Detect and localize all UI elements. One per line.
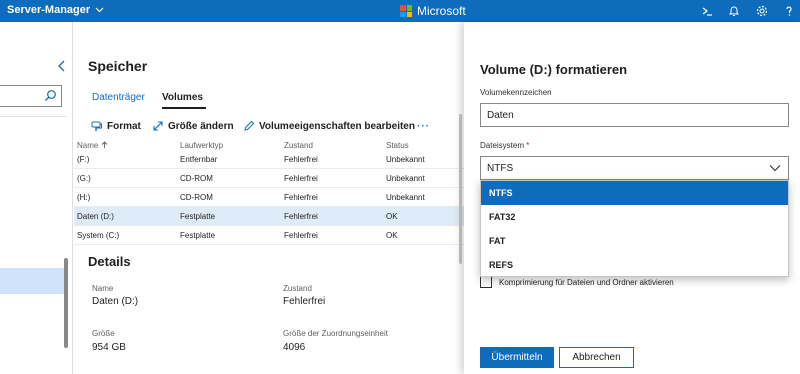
volume-label-field-label: Volumekennzeichen [480, 88, 552, 97]
resize-label: Größe ändern [168, 120, 234, 132]
bell-icon[interactable] [726, 3, 742, 19]
volume-health: Fehlerfrei [284, 212, 318, 221]
chevron-down-icon [95, 7, 104, 13]
more-commands-button[interactable]: ··· [417, 119, 430, 133]
volume-name: (F:) [77, 155, 90, 164]
help-icon[interactable] [781, 3, 797, 19]
compression-label: Komprimierung für Dateien und Ordner akt… [499, 277, 674, 287]
option-fat32[interactable]: FAT32 [481, 205, 788, 229]
detail-name-value: Daten (D:) [92, 296, 139, 307]
file-system-select[interactable]: NTFS [480, 156, 789, 180]
format-label: Format [107, 120, 141, 132]
option-ntfs[interactable]: NTFS [481, 181, 788, 205]
microsoft-brand: Microsoft [400, 4, 466, 18]
detail-alloc-value: 4096 [283, 342, 306, 353]
format-volume-panel: Volume (D:) formatieren Volumekennzeiche… [464, 22, 800, 374]
top-bar: Server-Manager Microsoft [0, 0, 800, 22]
app-title: Server-Manager [7, 4, 91, 16]
collapse-nav-button[interactable] [55, 59, 69, 73]
edit-properties-button[interactable]: Volumeeigenschaften bearbeiten [243, 119, 415, 133]
option-fat[interactable]: FAT [481, 229, 788, 253]
volume-type: Festplatte [180, 212, 216, 221]
details-title: Details [88, 254, 131, 269]
column-header-health[interactable]: Zustand [284, 141, 313, 150]
left-navigation [0, 22, 73, 374]
panel-title: Volume (D:) formatieren [480, 62, 628, 77]
volume-name: Daten (D:) [77, 212, 114, 221]
column-header-type[interactable]: Laufwerktyp [180, 141, 223, 150]
column-header-name[interactable]: Name [77, 141, 108, 150]
table-row[interactable]: (F:) Entfernbar Fehlerfrei Unbekannt [74, 150, 464, 169]
required-marker: * [526, 141, 530, 150]
detail-health-value: Fehlerfrei [283, 296, 326, 307]
cancel-button[interactable]: Abbrechen [559, 347, 634, 368]
compression-checkbox[interactable]: Komprimierung für Dateien und Ordner akt… [480, 276, 674, 288]
volume-name: (G:) [77, 174, 91, 183]
volume-health: Fehlerfrei [284, 155, 318, 164]
divider [0, 116, 66, 117]
resize-icon [153, 121, 163, 131]
checkbox-box [480, 276, 492, 288]
volume-status: Unbekannt [386, 155, 425, 164]
volume-type: Festplatte [180, 231, 216, 240]
volume-label-input[interactable]: Daten [480, 103, 789, 127]
volume-status: OK [386, 212, 398, 221]
table-row-selected[interactable]: Daten (D:) Festplatte Fehlerfrei OK [74, 207, 464, 226]
tab-disks[interactable]: Datenträger [92, 92, 145, 103]
file-system-selected-value: NTFS [487, 163, 514, 174]
volume-status: Unbekannt [386, 174, 425, 183]
edit-properties-label: Volumeeigenschaften bearbeiten [259, 120, 415, 132]
microsoft-logo-icon [400, 5, 412, 17]
file-system-label: Dateisystem * [480, 141, 530, 150]
more-icon: ··· [417, 120, 430, 132]
format-button[interactable]: Format [90, 119, 141, 133]
detail-alloc-label: Größe der Zuordnungseinheit [283, 329, 388, 338]
detail-name-label: Name [92, 284, 114, 293]
table-row[interactable]: (G:) CD-ROM Fehlerfrei Unbekannt [74, 169, 464, 188]
nav-scrollbar[interactable] [64, 258, 68, 348]
brand-name: Microsoft [417, 4, 466, 18]
submit-button[interactable]: Übermitteln [480, 347, 554, 368]
app-switcher[interactable]: Server-Manager [7, 4, 104, 16]
page-title: Speicher [88, 58, 148, 74]
volume-type: CD-ROM [180, 174, 213, 183]
resize-button[interactable]: Größe ändern [152, 119, 234, 133]
table-scrollbar[interactable] [459, 114, 462, 264]
detail-health-label: Zustand [283, 284, 312, 293]
column-header-status[interactable]: Status [386, 141, 409, 150]
detail-size-label: Größe [92, 329, 115, 338]
volume-health: Fehlerfrei [284, 193, 318, 202]
table-row[interactable]: (H:) CD-ROM Fehlerfrei Unbekannt [74, 188, 464, 207]
volume-name: (H:) [77, 193, 91, 202]
tab-volumes[interactable]: Volumes [162, 92, 203, 103]
gear-icon[interactable] [754, 3, 770, 19]
pencil-icon [244, 120, 255, 131]
active-tab-indicator [162, 107, 206, 109]
nav-item-selected[interactable] [0, 268, 66, 294]
file-system-dropdown: NTFS FAT32 FAT REFS [480, 180, 789, 277]
volume-type: Entfernbar [180, 155, 218, 164]
format-icon [91, 121, 102, 131]
sort-ascending-icon [101, 141, 107, 148]
volume-health: Fehlerfrei [284, 231, 318, 240]
tool-search-input[interactable] [0, 85, 62, 107]
search-icon [45, 90, 56, 101]
option-refs[interactable]: REFS [481, 253, 788, 277]
volume-status: Unbekannt [386, 193, 425, 202]
volume-type: CD-ROM [180, 193, 213, 202]
chevron-left-icon [58, 60, 65, 72]
volume-health: Fehlerfrei [284, 174, 318, 183]
table-row[interactable]: System (C:) Festplatte Fehlerfrei OK [74, 226, 464, 245]
volume-status: OK [386, 231, 398, 240]
detail-size-value: 954 GB [92, 342, 126, 353]
volume-name: System (C:) [77, 231, 120, 240]
chevron-down-icon [762, 157, 788, 179]
terminal-icon[interactable] [699, 3, 715, 19]
